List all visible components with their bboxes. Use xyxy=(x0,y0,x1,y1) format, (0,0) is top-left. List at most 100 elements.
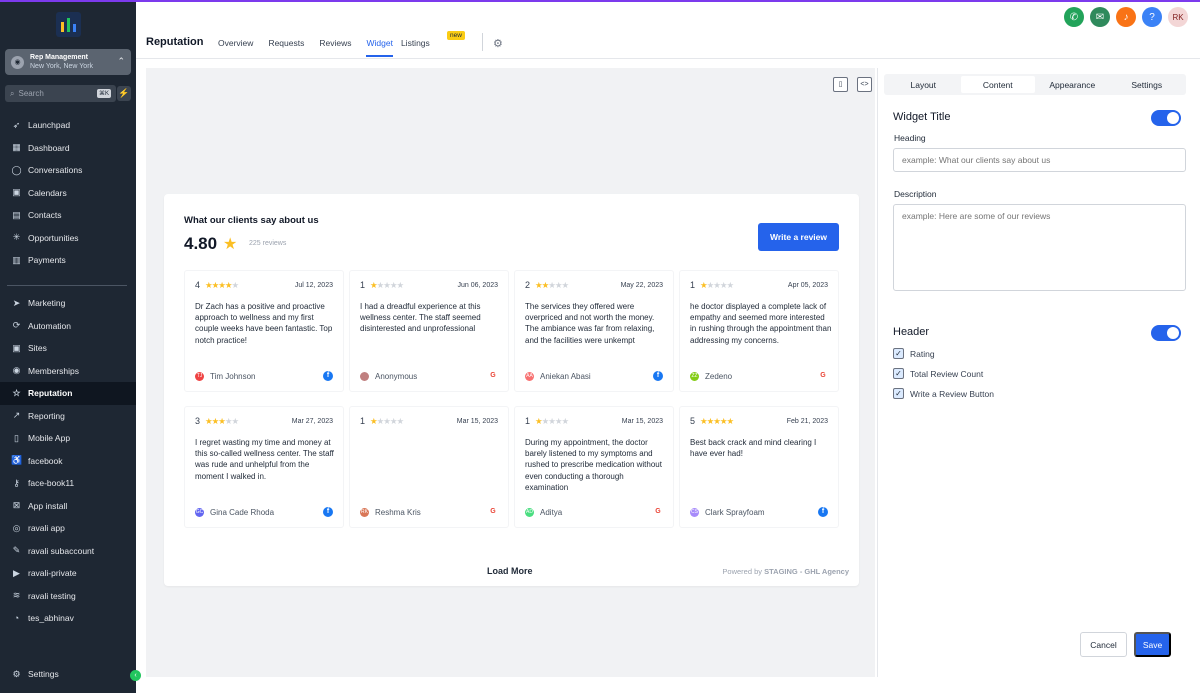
sidebar-item-sites[interactable]: ▣ Sites xyxy=(0,337,136,360)
powered-by-agency: STAGING - GHL Agency xyxy=(764,567,849,576)
load-more-button[interactable]: Load More xyxy=(487,566,533,576)
sidebar-divider xyxy=(7,285,127,286)
header-toggle[interactable] xyxy=(1151,325,1181,341)
review-date: Mar 15, 2023 xyxy=(456,418,498,425)
collapse-sidebar-icon[interactable]: ‹ xyxy=(130,670,141,681)
description-textarea[interactable] xyxy=(893,204,1186,291)
sidebar-item-conversations[interactable]: ◯ Conversations xyxy=(0,159,136,182)
bell-icon[interactable]: ♪ xyxy=(1116,7,1136,27)
receipt-icon: ▥ xyxy=(12,254,21,265)
sidebar-item-memberships[interactable]: ◉ Memberships xyxy=(0,360,136,383)
checkbox-label: Rating xyxy=(910,348,935,359)
checkbox-total-review-count[interactable]: ✓ Total Review Count xyxy=(893,368,983,379)
automation-icon: ⟳ xyxy=(12,320,21,331)
review-rating: 1 xyxy=(690,280,696,290)
sidebar-item-contacts[interactable]: ▤ Contacts xyxy=(0,204,136,227)
checkmark-icon: ✓ xyxy=(893,388,904,399)
sidebar-item-calendars[interactable]: ▣ Calendars xyxy=(0,182,136,205)
embed-code-icon[interactable]: <> xyxy=(857,77,872,92)
tab-overview[interactable]: Overview xyxy=(218,34,260,57)
app-logo-icon[interactable] xyxy=(56,12,81,37)
review-rating: 4 xyxy=(195,280,201,290)
reviewer-name: Anonymous xyxy=(375,372,418,381)
widget-title-toggle[interactable] xyxy=(1151,110,1181,126)
sidebar-item-automation[interactable]: ⟳ Automation xyxy=(0,315,136,338)
sidebar-item-ravali-private[interactable]: ▶ ravali-private xyxy=(0,562,136,585)
account-location: New York, New York xyxy=(30,63,94,70)
tab-listings[interactable]: Listings xyxy=(401,34,437,57)
avatar[interactable]: RK xyxy=(1168,7,1188,27)
sidebar-item-label: face-book11 xyxy=(28,478,75,489)
sidebar-item-face-book11[interactable]: ⚷ face-book11 xyxy=(0,472,136,495)
calendar-icon: ▣ xyxy=(12,187,21,198)
sidebar-item-launchpad[interactable]: ➶ Launchpad xyxy=(0,114,136,137)
sidebar-item-dashboard[interactable]: ▦ Dashboard xyxy=(0,137,136,160)
panel-tab-layout[interactable]: Layout xyxy=(886,76,961,93)
checkbox-rating[interactable]: ✓ Rating xyxy=(893,348,935,359)
sidebar-item-payments[interactable]: ▥ Payments xyxy=(0,249,136,272)
phone-icon[interactable]: ✆ xyxy=(1064,7,1084,27)
facebook-icon: f xyxy=(818,507,828,517)
sidebar-item-opportunities[interactable]: ✳ Opportunities xyxy=(0,227,136,250)
header-section-label: Header xyxy=(893,326,930,338)
globe-icon: ▣ xyxy=(12,342,21,353)
panel-tab-settings[interactable]: Settings xyxy=(1110,76,1185,93)
sidebar-item-tes-abhinav[interactable]: ◔ tes_abhinav xyxy=(0,607,136,630)
sidebar: ◉ Rep Management New York, New York ⌃ ⌕ … xyxy=(0,2,141,693)
tab-widget[interactable]: Widget xyxy=(366,34,393,57)
sidebar-item-reputation[interactable]: ☆ Reputation xyxy=(0,382,136,405)
powered-prefix: Powered by xyxy=(722,567,763,576)
mobile-preview-icon[interactable]: ▯ xyxy=(833,77,848,92)
megaphone-icon[interactable]: ✉ xyxy=(1090,7,1110,27)
search-input[interactable]: ⌕ Search ⌘K xyxy=(5,85,116,102)
account-switcher[interactable]: ◉ Rep Management New York, New York ⌃ xyxy=(5,49,131,75)
close-box-icon: ⊠ xyxy=(12,500,21,511)
sidebar-item-mobile-app[interactable]: ▯ Mobile App xyxy=(0,427,136,450)
membership-icon: ◉ xyxy=(12,365,21,376)
sidebar-item-label: ravali app xyxy=(28,523,65,534)
sidebar-item-ravali-testing[interactable]: ≋ ravali testing xyxy=(0,585,136,608)
sidebar-item-label: Memberships xyxy=(28,365,80,376)
panel-tab-content[interactable]: Content xyxy=(960,76,1035,93)
sidebar-item-facebook[interactable]: ♿ facebook xyxy=(0,450,136,473)
avatar: ZZ xyxy=(690,372,699,381)
contacts-icon: ▤ xyxy=(12,209,21,220)
star-rating-icon: ★★★★★ xyxy=(205,416,239,426)
sidebar-item-label: Conversations xyxy=(28,165,83,176)
wrench-icon: ✎ xyxy=(12,545,21,556)
write-review-button[interactable]: Write a review xyxy=(758,223,839,251)
tab-reviews[interactable]: Reviews xyxy=(319,34,358,57)
sidebar-settings[interactable]: ⚙ Settings xyxy=(0,663,136,686)
review-rating: 5 xyxy=(690,416,696,426)
avatar: AD xyxy=(525,508,534,517)
tab-requests[interactable]: Requests xyxy=(268,34,311,57)
sidebar-item-label: Opportunities xyxy=(28,232,79,243)
review-card: 4 ★★★★★ Jul 12, 2023 Dr Zach has a positive… xyxy=(184,270,344,392)
star-icon: ☆ xyxy=(12,387,21,398)
heading-input[interactable] xyxy=(893,148,1186,172)
save-button[interactable]: Save xyxy=(1134,632,1171,657)
average-rating: 4.80 xyxy=(184,234,218,253)
chevron-updown-icon: ⌃ xyxy=(117,56,125,66)
review-count: 225 reviews xyxy=(249,240,287,247)
sidebar-item-ravali-subaccount[interactable]: ✎ ravali subaccount xyxy=(0,540,136,563)
widget-title: What our clients say about us xyxy=(184,215,319,226)
search-icon: ⌕ xyxy=(10,88,15,98)
panel-tab-appearance[interactable]: Appearance xyxy=(1035,76,1110,93)
account-name: Rep Management xyxy=(30,54,88,61)
gear-icon[interactable]: ⚙ xyxy=(493,37,503,50)
sidebar-item-marketing[interactable]: ➤ Marketing xyxy=(0,292,136,315)
new-badge: new xyxy=(447,31,465,40)
checkbox-write-a-review-button[interactable]: ✓ Write a Review Button xyxy=(893,388,994,399)
help-icon[interactable]: ? xyxy=(1142,7,1162,27)
sidebar-item-ravali-app[interactable]: ◎ ravali app xyxy=(0,517,136,540)
sidebar-item-reporting[interactable]: ↗ Reporting xyxy=(0,405,136,428)
facebook-icon: f xyxy=(653,371,663,381)
powered-by: Powered by STAGING - GHL Agency xyxy=(722,567,849,576)
sidebar-item-label: ravali-private xyxy=(28,568,77,579)
sidebar-item-label: Settings xyxy=(28,669,59,680)
sidebar-item-app-install[interactable]: ⊠ App install xyxy=(0,495,136,518)
cancel-button[interactable]: Cancel xyxy=(1080,632,1127,657)
quick-action-bolt-icon[interactable]: ⚡ xyxy=(117,86,131,101)
review-date: Jul 12, 2023 xyxy=(294,282,333,289)
